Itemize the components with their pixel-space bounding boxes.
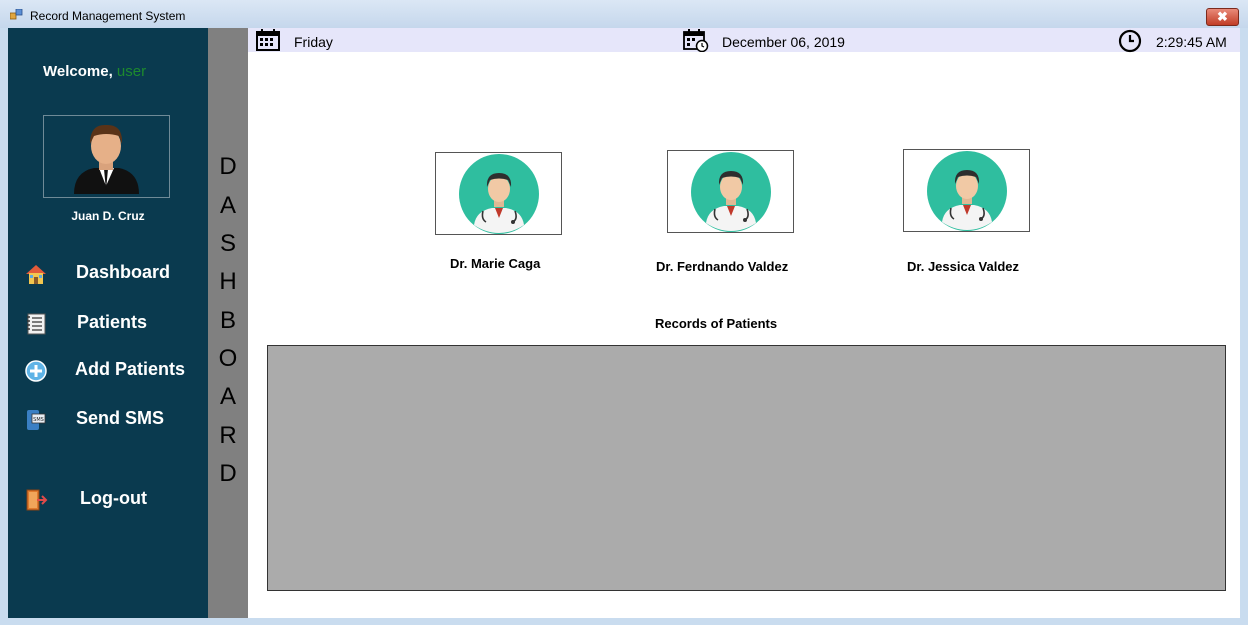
dashboard-letter: S — [219, 230, 236, 257]
app-icon — [10, 9, 23, 20]
dashboard-vertical-label: D A S H B O A R D — [208, 28, 248, 618]
doctor-card[interactable] — [903, 149, 1030, 232]
home-icon — [26, 265, 46, 284]
doctor-avatar-icon — [927, 151, 1007, 231]
sidebar-item-label: Dashboard — [76, 262, 171, 282]
dashboard-letter: A — [219, 192, 236, 219]
welcome-label: Welcome, — [43, 63, 113, 80]
time-label: 2:29:45 AM — [1156, 34, 1227, 50]
title-bar: Record Management System ✖ — [0, 0, 1248, 28]
dashboard-letter: B — [219, 307, 236, 334]
clock-icon — [1118, 29, 1142, 53]
welcome-text: Welcome, user — [43, 63, 146, 80]
records-title: Records of Patients — [655, 316, 778, 331]
doctor-avatar-icon — [691, 152, 771, 232]
sidebar-item-label: Patients — [77, 312, 148, 332]
info-bar: Friday December 06, 2019 2:29:45 AM — [248, 28, 1240, 53]
doctor-name: Dr. Jessica Valdez — [907, 259, 1020, 274]
businessman-avatar-icon — [74, 124, 139, 194]
svg-text:SMS: SMS — [33, 417, 44, 423]
close-button[interactable]: ✖ — [1206, 8, 1239, 26]
logout-door-icon — [26, 489, 48, 511]
sidebar-item-label: Log-out — [80, 488, 147, 508]
sidebar-item-label: Send SMS — [76, 408, 165, 428]
dashboard-letter: R — [219, 422, 237, 449]
sidebar-item-send-sms[interactable]: SMS Send SMS — [8, 402, 208, 436]
avatar — [43, 115, 170, 198]
sms-icon: SMS — [27, 410, 46, 430]
patient-records-grid[interactable] — [267, 345, 1226, 591]
user-name: Juan D. Cruz — [71, 209, 145, 223]
doctor-name: Dr. Ferdnando Valdez — [656, 259, 789, 274]
doctor-card[interactable] — [667, 150, 794, 233]
date-label: December 06, 2019 — [722, 34, 845, 50]
sidebar-item-dashboard[interactable]: Dashboard — [8, 256, 208, 290]
dashboard-letter: D — [219, 153, 237, 180]
day-label: Friday — [294, 34, 333, 50]
doctor-name: Dr. Marie Caga — [450, 256, 541, 271]
main-window: Welcome, user Juan D. Cruz Dashboard Pat… — [8, 28, 1240, 618]
window-title: Record Management System — [30, 9, 186, 23]
add-circle-icon — [25, 360, 47, 382]
notebook-icon — [27, 313, 46, 335]
doctor-card[interactable] — [435, 152, 562, 235]
dashboard-letter: H — [219, 268, 237, 295]
sidebar-item-add-patients[interactable]: Add Patients — [8, 353, 208, 387]
sidebar-item-patients[interactable]: Patients — [8, 306, 208, 340]
sidebar: Welcome, user Juan D. Cruz Dashboard Pat… — [8, 28, 208, 618]
sidebar-item-label: Add Patients — [75, 359, 186, 379]
calendar-clock-icon — [683, 29, 709, 52]
calendar-icon — [256, 29, 280, 51]
dashboard-letter: D — [219, 460, 237, 487]
welcome-user: user — [116, 63, 147, 80]
dashboard-letter: O — [218, 345, 238, 372]
sidebar-item-logout[interactable]: Log-out — [8, 482, 208, 516]
doctor-avatar-icon — [459, 154, 539, 234]
dashboard-letter: A — [219, 383, 236, 410]
